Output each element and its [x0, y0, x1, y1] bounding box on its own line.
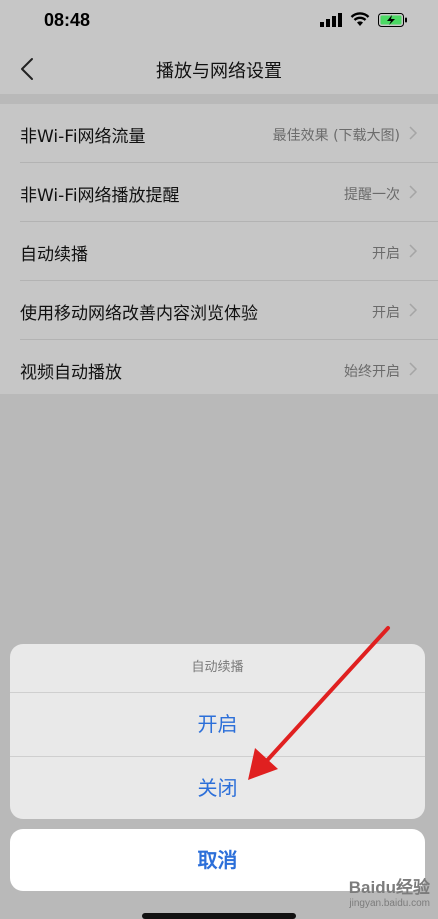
cellular-signal-icon [320, 12, 342, 27]
setting-value: 开启 [372, 246, 400, 262]
setting-label: 视频自动播放 [20, 363, 122, 383]
setting-row-autoplay-next[interactable]: 自动续播 开启 [20, 222, 438, 281]
setting-value: 提醒一次 [344, 187, 400, 203]
setting-value: 开启 [372, 305, 400, 321]
nav-bar: 播放与网络设置 [0, 44, 438, 94]
action-sheet-title: 自动续播 [10, 644, 425, 693]
setting-value: 最佳效果 (下载大图) [272, 128, 400, 144]
status-icons [320, 12, 408, 27]
status-bar: 08:48 [0, 0, 438, 44]
setting-label: 自动续播 [20, 245, 88, 265]
chevron-right-icon [409, 185, 418, 199]
setting-row-video-autoplay[interactable]: 视频自动播放 始终开启 [20, 340, 438, 398]
action-option-off[interactable]: 关闭 [10, 757, 425, 819]
setting-row-non-wifi-traffic[interactable]: 非Wi-Fi网络流量 最佳效果 (下载大图) [20, 104, 438, 163]
page-title: 播放与网络设置 [156, 61, 282, 82]
battery-charging-icon [378, 12, 407, 27]
section-gap [0, 94, 438, 104]
chevron-right-icon [409, 303, 418, 317]
chevron-right-icon [409, 362, 418, 376]
watermark-logo: Baidu经验 [348, 878, 430, 897]
settings-list: 非Wi-Fi网络流量 最佳效果 (下载大图) 非Wi-Fi网络播放提醒 提醒一次… [0, 104, 438, 398]
home-indicator [142, 913, 296, 919]
watermark: Baidu经验 jingyan.baidu.com [349, 873, 430, 909]
chevron-right-icon [409, 244, 418, 258]
setting-label: 非Wi-Fi网络播放提醒 [20, 186, 180, 206]
setting-row-mobile-network-improve[interactable]: 使用移动网络改善内容浏览体验 开启 [20, 281, 438, 340]
setting-row-non-wifi-play-reminder[interactable]: 非Wi-Fi网络播放提醒 提醒一次 [20, 163, 438, 222]
setting-label: 使用移动网络改善内容浏览体验 [20, 304, 258, 324]
wifi-icon [350, 12, 370, 26]
action-sheet: 自动续播 开启 关闭 [10, 644, 425, 819]
chevron-right-icon [409, 126, 418, 140]
status-time: 08:48 [44, 10, 91, 30]
action-option-on[interactable]: 开启 [10, 693, 425, 757]
setting-value: 始终开启 [344, 364, 400, 380]
watermark-url: jingyan.baidu.com [349, 898, 430, 909]
setting-label: 非Wi-Fi网络流量 [20, 127, 146, 147]
